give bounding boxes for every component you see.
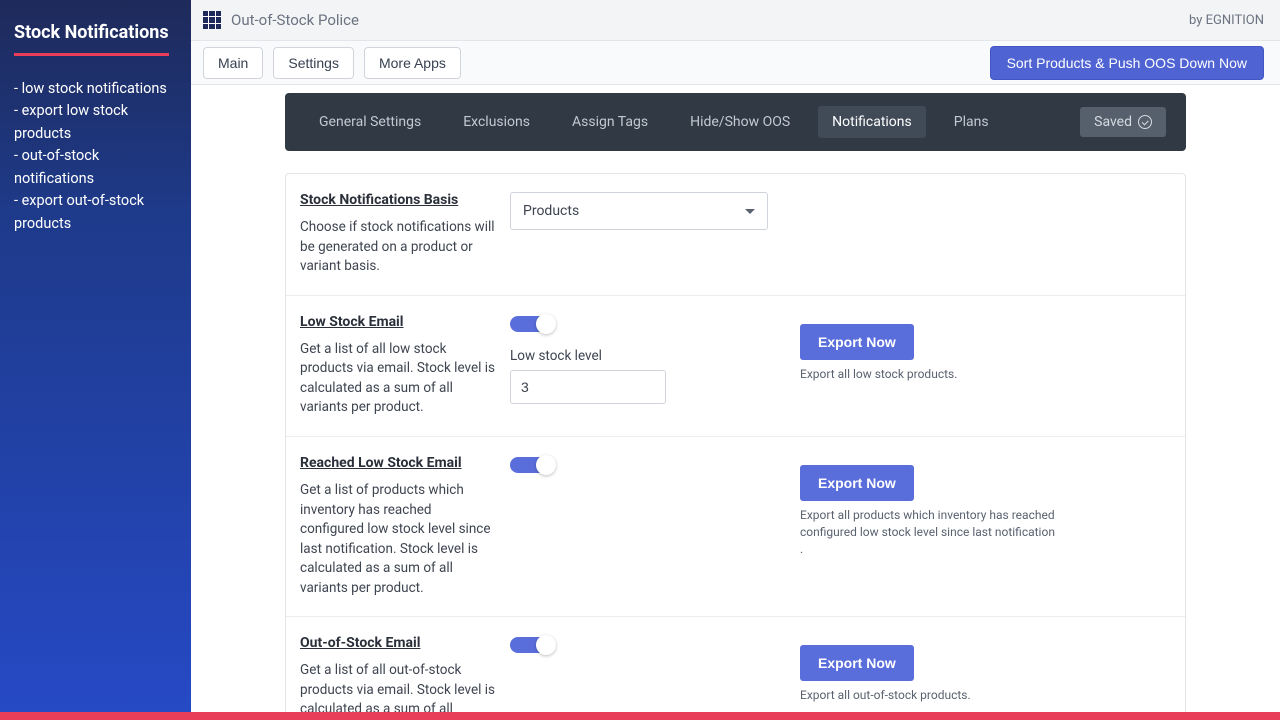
reached-low-title: Reached Low Stock Email <box>300 455 496 471</box>
reached-low-desc: Get a list of products which inventory h… <box>300 481 496 598</box>
sidebar-item: export low stock products <box>14 100 177 145</box>
tab-hide-show-oos[interactable]: Hide/Show OOS <box>676 106 804 138</box>
oos-export-desc: Export all out-of-stock products. <box>800 687 1060 704</box>
reached-low-export-desc: Export all products which inventory has … <box>800 507 1060 557</box>
saved-label: Saved <box>1094 114 1132 130</box>
oos-export-button[interactable]: Export Now <box>800 645 914 681</box>
low-export-desc: Export all low stock products. <box>800 366 1060 383</box>
sidebar: Stock Notifications low stock notificati… <box>0 0 191 712</box>
low-stock-section: Low Stock Email Get a list of all low st… <box>286 296 1185 437</box>
tab-notifications[interactable]: Notifications <box>818 106 926 138</box>
reached-low-toggle[interactable] <box>510 457 552 473</box>
check-circle-icon <box>1138 115 1152 129</box>
tabs-bar: General Settings Exclusions Assign Tags … <box>285 93 1186 151</box>
bottom-accent-bar <box>0 712 1280 720</box>
saved-badge: Saved <box>1080 107 1166 137</box>
sidebar-title: Stock Notifications <box>14 22 177 43</box>
low-export-button[interactable]: Export Now <box>800 324 914 360</box>
tab-general-settings[interactable]: General Settings <box>305 106 435 138</box>
low-toggle[interactable] <box>510 316 552 332</box>
tab-plans[interactable]: Plans <box>940 106 1003 138</box>
sidebar-item: out-of-stock notifications <box>14 145 177 190</box>
basis-select-value: Products <box>523 203 579 219</box>
basis-title: Stock Notifications Basis <box>300 192 496 208</box>
navbar: Main Settings More Apps Sort Products & … <box>191 41 1280 85</box>
oos-section: Out-of-Stock Email Get a list of all out… <box>286 617 1185 712</box>
oos-title: Out-of-Stock Email <box>300 635 496 651</box>
main-button[interactable]: Main <box>203 47 263 79</box>
reached-low-section: Reached Low Stock Email Get a list of pr… <box>286 437 1185 617</box>
settings-card: Stock Notifications Basis Choose if stoc… <box>285 173 1186 712</box>
app-grid-icon <box>203 11 221 29</box>
vendor-label: by EGNITION <box>1189 13 1264 28</box>
oos-toggle[interactable] <box>510 637 552 653</box>
sort-push-button[interactable]: Sort Products & Push OOS Down Now <box>990 46 1264 80</box>
basis-select[interactable]: Products <box>510 192 768 230</box>
oos-desc: Get a list of all out-of-stock products … <box>300 661 496 712</box>
sidebar-item: export out-of-stock products <box>14 190 177 235</box>
tab-assign-tags[interactable]: Assign Tags <box>558 106 662 138</box>
sidebar-underline <box>14 53 169 56</box>
tab-exclusions[interactable]: Exclusions <box>449 106 544 138</box>
settings-button[interactable]: Settings <box>273 47 354 79</box>
topbar: Out-of-Stock Police by EGNITION <box>191 0 1280 41</box>
sidebar-list: low stock notifications export low stock… <box>14 78 177 235</box>
low-level-input[interactable] <box>510 370 666 404</box>
more-apps-button[interactable]: More Apps <box>364 47 461 79</box>
app-name: Out-of-Stock Police <box>231 11 359 29</box>
low-title: Low Stock Email <box>300 314 496 330</box>
low-level-label: Low stock level <box>510 348 770 364</box>
low-desc: Get a list of all low stock products via… <box>300 340 496 418</box>
reached-low-export-button[interactable]: Export Now <box>800 465 914 501</box>
basis-desc: Choose if stock notifications will be ge… <box>300 218 496 277</box>
basis-section: Stock Notifications Basis Choose if stoc… <box>286 174 1185 296</box>
content: General Settings Exclusions Assign Tags … <box>191 85 1280 712</box>
sidebar-item: low stock notifications <box>14 78 177 100</box>
